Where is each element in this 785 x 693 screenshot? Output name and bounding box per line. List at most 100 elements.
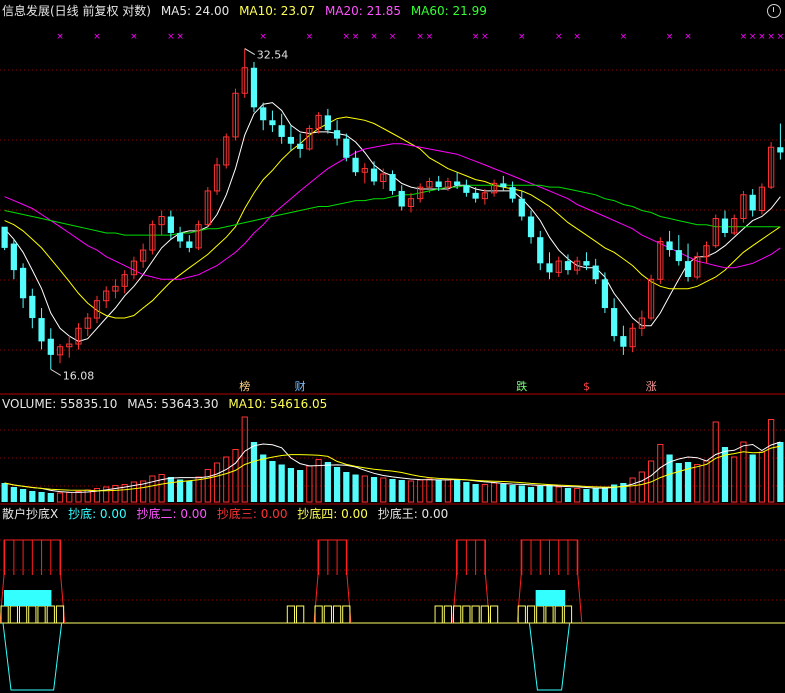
signal-cross: ×	[389, 32, 397, 42]
volume-bar-down	[297, 470, 304, 502]
volume-bar-up	[407, 480, 415, 503]
volume-bar-down	[47, 493, 54, 502]
candle-down	[29, 295, 36, 319]
candle-down	[333, 130, 341, 139]
signal-cross: ×	[518, 32, 526, 42]
volume-bar-up	[306, 465, 313, 503]
signal-cross: ×	[666, 32, 674, 42]
volume-bar-down	[546, 485, 553, 502]
event-marker: 涨	[646, 380, 657, 393]
candle-down	[592, 265, 599, 280]
candle-down	[352, 157, 359, 173]
volume-bar-down	[472, 484, 479, 502]
volume-bar-down	[29, 491, 36, 502]
signal4-bar	[545, 605, 554, 624]
candle-down	[398, 190, 405, 207]
candle-down	[721, 218, 729, 233]
ma60-readout: MA60: 21.99	[410, 4, 487, 18]
signal3-envelope	[452, 539, 490, 624]
indicator-name: 散户抄底X	[2, 507, 59, 521]
volume-bar-down	[592, 488, 599, 502]
signal-cross: ×	[130, 32, 138, 42]
candle-down	[620, 336, 627, 347]
volume-bar-down	[10, 487, 17, 502]
candle-down	[343, 138, 350, 158]
signal-cross: ×	[259, 32, 267, 42]
clock-icon[interactable]	[767, 4, 781, 18]
volume-bar-down	[324, 462, 331, 502]
volume-bar-up	[657, 444, 664, 503]
ma10-readout: MA10: 23.07	[239, 4, 316, 18]
volume-bar-up	[703, 460, 710, 503]
volume-bar-down	[343, 472, 350, 502]
candle-down	[324, 115, 331, 131]
signal-cross: ×	[416, 32, 424, 42]
candle-down	[176, 232, 184, 242]
volume-bar-up	[204, 469, 211, 503]
chart-canvas[interactable]: × × × × × × × × × × × × × × × × × × × × × × × × × ×32.5416.08榜财跌 $…	[0, 0, 785, 693]
volume-bar-down	[278, 464, 285, 502]
signal3-readout: 抄底三: 0.00	[216, 507, 288, 521]
volume-bar-down	[176, 479, 184, 502]
volume-bar-down	[537, 486, 544, 502]
low-price-label: 16.08	[63, 369, 94, 382]
volume-bar-down	[370, 477, 378, 502]
signal-cross: ×	[93, 32, 101, 42]
signal-cross: ×	[684, 32, 692, 42]
signal4-bar	[342, 605, 351, 624]
candle-down	[749, 194, 756, 211]
volume-bar-up	[444, 479, 452, 503]
candle-down	[1, 226, 8, 248]
volume-bar-up	[731, 456, 738, 503]
signal-cross: ×	[352, 32, 360, 42]
volume-bar-up	[694, 464, 701, 503]
signal-cross: ×	[370, 32, 378, 42]
candle-down	[47, 338, 54, 355]
volume-bar-up	[629, 477, 636, 503]
candle-down	[278, 125, 285, 137]
volume-bar-down	[19, 489, 27, 502]
volume-bar-up	[574, 488, 581, 503]
signal4-bar	[37, 605, 46, 624]
signal4-bar	[296, 605, 305, 624]
volume-bar-up	[758, 451, 766, 503]
volume-bar-down	[454, 479, 461, 502]
stock-title: 信息发展(日线 前复权 对数)	[2, 4, 151, 18]
volume-bar-down	[564, 488, 572, 502]
candle-down	[38, 318, 45, 342]
signal4-bar	[536, 605, 545, 624]
signal4-bar	[471, 605, 480, 624]
candle-down	[777, 147, 784, 153]
volume-bar-down	[435, 479, 442, 502]
ma5-line	[4, 102, 781, 342]
volume-bar-up	[768, 419, 775, 503]
signal-cross: ×	[343, 32, 351, 42]
signal4-bar	[55, 605, 65, 624]
candle-down	[186, 241, 193, 248]
signal4-bar	[332, 605, 342, 624]
candle-down	[435, 181, 442, 188]
volume-panel-header: VOLUME: 55835.10 MA5: 53643.30 MA10: 546…	[2, 395, 333, 413]
candle-down	[509, 187, 516, 199]
volume-readout: VOLUME: 55835.10	[2, 397, 118, 411]
signal4-bar	[462, 605, 471, 624]
signal4-bar	[517, 605, 526, 624]
candle-down	[269, 120, 276, 126]
signal4-bar	[489, 605, 499, 624]
signal-cross: ×	[176, 32, 184, 42]
signal1-block	[535, 590, 566, 606]
volume-bar-up	[380, 477, 387, 503]
volume-bar-up	[56, 492, 64, 503]
event-marker: 跌	[516, 379, 527, 393]
volume-bar-down	[509, 485, 516, 502]
signal5-readout: 抄底王: 0.00	[377, 507, 449, 521]
ma20-line	[4, 143, 781, 280]
signal-cross: ×	[426, 32, 434, 42]
volume-bar-down	[186, 481, 193, 502]
indicator-panel-header: 散户抄底X 抄底: 0.00 抄底二: 0.00 抄底三: 0.00 抄底四: …	[2, 505, 454, 523]
signal4-bar	[563, 605, 573, 624]
candle-down	[546, 263, 553, 273]
candle-down	[537, 237, 544, 264]
candle-down	[611, 308, 618, 337]
volume-bar-up	[638, 471, 645, 503]
